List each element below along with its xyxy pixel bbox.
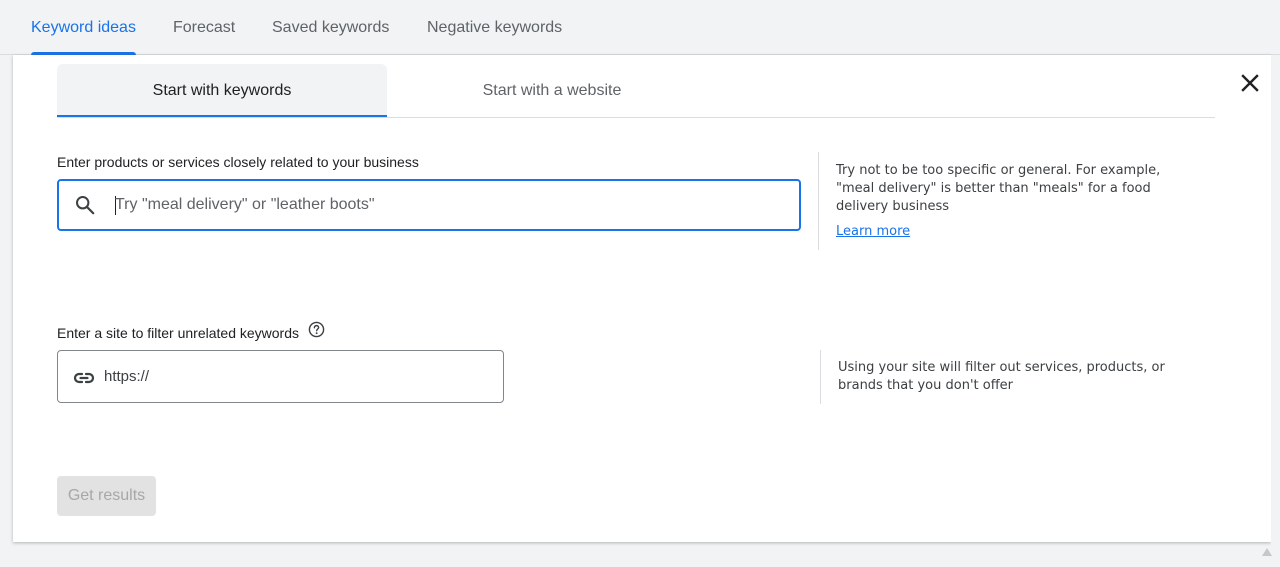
tab-start-with-keywords[interactable]: Start with keywords xyxy=(57,64,387,117)
tab-label: Keyword ideas xyxy=(31,19,136,36)
site-input-label: Enter a site to filter unrelated keyword… xyxy=(57,325,300,341)
help-button[interactable] xyxy=(308,321,325,338)
start-mode-tabs: Start with keywords Start with a website xyxy=(57,64,1215,118)
link-icon xyxy=(73,372,95,384)
keywords-input-label: Enter products or services closely relat… xyxy=(57,154,419,170)
site-url-input[interactable] xyxy=(104,351,484,402)
tab-label: Forecast xyxy=(173,19,236,36)
learn-more-link[interactable]: Learn more xyxy=(836,224,910,239)
subtab-label: Start with keywords xyxy=(152,82,292,99)
search-icon xyxy=(76,196,95,215)
site-tip-divider xyxy=(820,350,821,404)
tab-negative-keywords[interactable]: Negative keywords xyxy=(427,0,562,54)
tab-label: Negative keywords xyxy=(427,19,563,36)
close-icon xyxy=(1241,74,1259,92)
scrollbar-track[interactable] xyxy=(1271,55,1280,567)
tab-forecast[interactable]: Forecast xyxy=(173,0,235,54)
site-tip: Using your site will filter out services… xyxy=(838,360,1165,393)
tab-keyword-ideas[interactable]: Keyword ideas xyxy=(31,0,136,55)
subtab-label: Start with a website xyxy=(482,82,622,99)
help-icon xyxy=(308,321,325,338)
keyword-ideas-panel: Start with keywords Start with a website… xyxy=(13,55,1271,542)
keywords-input[interactable] xyxy=(115,181,785,229)
keywords-input-container[interactable] xyxy=(57,179,801,231)
tab-saved-keywords[interactable]: Saved keywords xyxy=(272,0,389,54)
tab-start-with-website[interactable]: Start with a website xyxy=(387,64,717,116)
close-button[interactable] xyxy=(1238,71,1262,95)
active-subtab-indicator xyxy=(57,115,387,117)
tip-divider xyxy=(818,152,819,250)
tab-label: Saved keywords xyxy=(272,19,390,36)
keywords-tip: Try not to be too specific or general. F… xyxy=(836,163,1161,214)
scroll-up-arrow-icon[interactable] xyxy=(1262,548,1272,556)
site-input-container[interactable] xyxy=(57,350,504,403)
get-results-button[interactable]: Get results xyxy=(57,476,156,516)
top-tab-bar: Keyword ideas Forecast Saved keywords Ne… xyxy=(0,0,1280,55)
